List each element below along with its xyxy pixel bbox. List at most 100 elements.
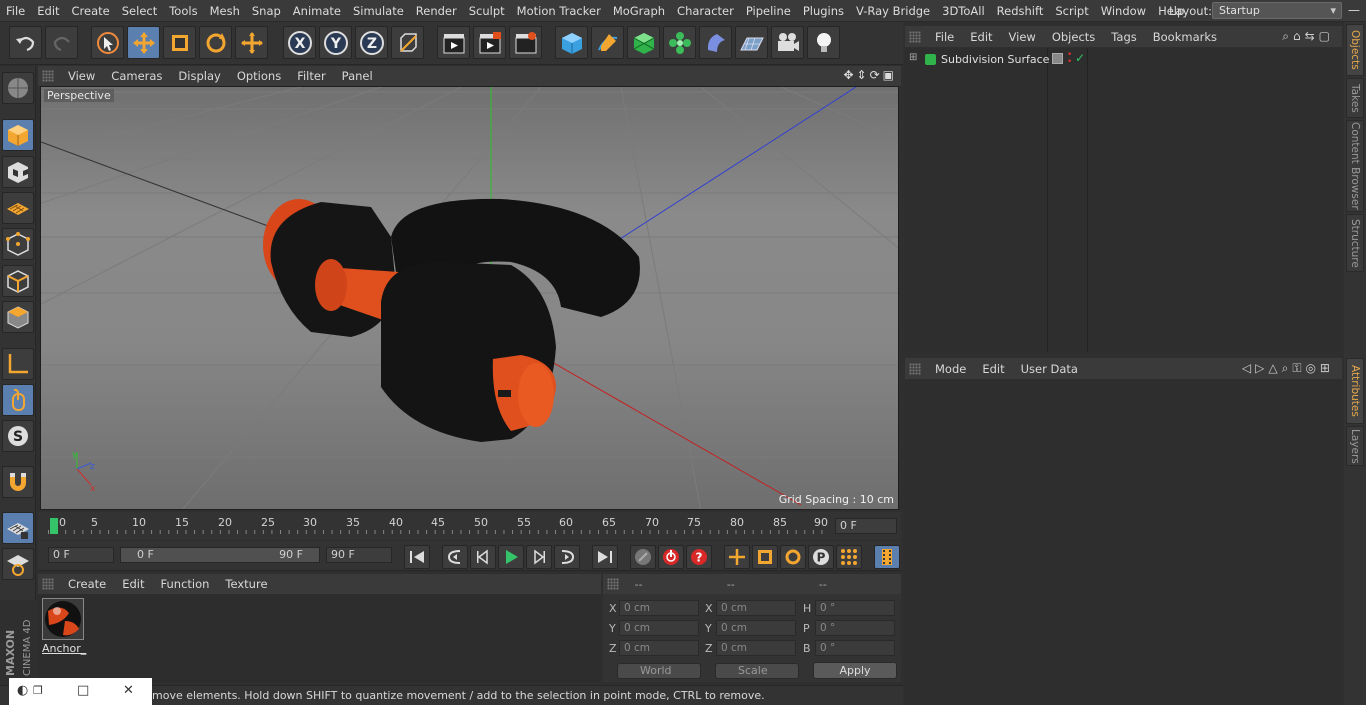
z-axis-lock-button[interactable]: Z xyxy=(355,26,388,59)
objects-menu-file[interactable]: File xyxy=(927,30,962,44)
object-row[interactable]: ⊞ Subdivision Surface • • ✓ xyxy=(905,51,1342,68)
key-position-button[interactable] xyxy=(724,545,750,569)
size-y-field[interactable]: 0 cm xyxy=(716,620,796,636)
rotate-tool-button[interactable] xyxy=(199,26,232,59)
menu-edit[interactable]: Edit xyxy=(31,0,65,22)
viewport-menu-display[interactable]: Display xyxy=(170,69,228,83)
timeline-window-button[interactable] xyxy=(874,545,900,569)
perspective-viewport[interactable]: y z x Perspective Grid Spacing : 10 cm xyxy=(40,86,899,510)
menu-character[interactable]: Character xyxy=(671,0,740,22)
layer-toggle-icon[interactable] xyxy=(1052,53,1063,64)
move-tool-button[interactable] xyxy=(127,26,160,59)
material-grip-icon[interactable] xyxy=(42,578,54,590)
render-to-picture-viewer-button[interactable] xyxy=(473,26,506,59)
workplane-mode-button[interactable] xyxy=(2,192,34,224)
scale-tool-button[interactable] xyxy=(163,26,196,59)
material-menu-function[interactable]: Function xyxy=(153,577,218,591)
tab-attributes[interactable]: Attributes xyxy=(1346,358,1364,424)
menu-animate[interactable]: Animate xyxy=(287,0,347,22)
key-point-level-button[interactable] xyxy=(836,545,862,569)
go-to-start-button[interactable] xyxy=(404,545,430,569)
rotation-h-field[interactable]: 0 ° xyxy=(815,600,895,616)
coordinate-system-button[interactable] xyxy=(391,26,424,59)
position-y-field[interactable]: 0 cm xyxy=(619,620,699,636)
material-menu-texture[interactable]: Texture xyxy=(217,577,275,591)
tab-structure[interactable]: Structure xyxy=(1346,214,1364,272)
menu-motion-tracker[interactable]: Motion Tracker xyxy=(511,0,607,22)
camera-button[interactable] xyxy=(771,26,804,59)
menu-create[interactable]: Create xyxy=(66,0,116,22)
shackle-model[interactable] xyxy=(263,198,640,442)
make-editable-button[interactable] xyxy=(2,72,34,104)
frame-range-slider[interactable]: 0 F 90 F xyxy=(120,547,320,563)
menu-render[interactable]: Render xyxy=(410,0,463,22)
current-frame-field[interactable]: 0 F xyxy=(835,518,897,534)
viewport-navigation-icons[interactable]: ✥⇕⟳▣ xyxy=(843,68,897,82)
size-x-field[interactable]: 0 cm xyxy=(716,600,796,616)
viewport-camera-label[interactable]: Perspective xyxy=(44,89,114,102)
objects-menu-edit[interactable]: Edit xyxy=(962,30,1000,44)
transform-tool-button[interactable] xyxy=(235,26,268,59)
viewport-grip-icon[interactable] xyxy=(42,70,54,82)
menu-3dtoall[interactable]: 3DToAll xyxy=(936,0,991,22)
live-selection-button[interactable] xyxy=(91,26,124,59)
rotation-p-field[interactable]: 0 ° xyxy=(815,620,895,636)
menu-vray-bridge[interactable]: V-Ray Bridge xyxy=(850,0,936,22)
window-minimize-icon[interactable]: — xyxy=(1346,3,1362,19)
edges-mode-button[interactable] xyxy=(2,265,34,297)
material-thumbnail[interactable] xyxy=(42,598,84,640)
size-mode-dropdown[interactable]: Scale xyxy=(715,663,799,679)
tweak-mode-button[interactable] xyxy=(2,384,34,416)
material-name[interactable]: Anchor_ xyxy=(42,642,86,655)
menu-select[interactable]: Select xyxy=(116,0,163,22)
coordinates-grip-icon[interactable] xyxy=(607,578,619,590)
menu-window[interactable]: Window xyxy=(1095,0,1152,22)
solo-button[interactable]: S xyxy=(2,420,34,452)
next-frame-button[interactable] xyxy=(526,545,552,569)
menu-script[interactable]: Script xyxy=(1049,0,1094,22)
expand-icon[interactable]: ⊞ xyxy=(909,52,917,63)
start-frame-field[interactable]: 0 F xyxy=(48,547,114,563)
menu-snap[interactable]: Snap xyxy=(246,0,287,22)
rotation-b-field[interactable]: 0 ° xyxy=(815,640,895,656)
enabled-check-icon[interactable]: ✓ xyxy=(1075,51,1085,65)
coordinate-space-dropdown[interactable]: World xyxy=(617,663,701,679)
floor-button[interactable] xyxy=(735,26,768,59)
menu-simulate[interactable]: Simulate xyxy=(347,0,410,22)
objects-search-home-icons[interactable]: ⌕⌂⇆▢ xyxy=(1282,29,1334,44)
attributes-menu-mode[interactable]: Mode xyxy=(927,362,974,376)
cloner-button[interactable] xyxy=(663,26,696,59)
previous-frame-button[interactable] xyxy=(470,545,496,569)
viewport-menu-filter[interactable]: Filter xyxy=(289,69,333,83)
material-menu-edit[interactable]: Edit xyxy=(114,577,152,591)
tab-takes[interactable]: Takes xyxy=(1346,78,1364,118)
menu-plugins[interactable]: Plugins xyxy=(797,0,850,22)
position-x-field[interactable]: 0 cm xyxy=(619,600,699,616)
render-view-button[interactable] xyxy=(437,26,470,59)
objects-menu-tags[interactable]: Tags xyxy=(1103,30,1144,44)
close-icon[interactable]: ✕ xyxy=(123,683,134,698)
attributes-menu-edit[interactable]: Edit xyxy=(974,362,1012,376)
playhead-marker[interactable] xyxy=(50,518,58,534)
viewport-menu-options[interactable]: Options xyxy=(229,69,289,83)
key-scale-button[interactable] xyxy=(752,545,778,569)
viewport-menu-view[interactable]: View xyxy=(60,69,103,83)
texture-mode-button[interactable] xyxy=(2,156,34,188)
viewport-menu-panel[interactable]: Panel xyxy=(334,69,381,83)
objects-menu-view[interactable]: View xyxy=(1001,30,1044,44)
tab-layers[interactable]: Layers xyxy=(1346,426,1364,466)
y-axis-lock-button[interactable]: Y xyxy=(319,26,352,59)
app-icon[interactable]: ◐ xyxy=(17,683,28,698)
subdivision-surface-button[interactable] xyxy=(627,26,660,59)
position-z-field[interactable]: 0 cm xyxy=(619,640,699,656)
x-axis-lock-button[interactable]: X xyxy=(283,26,316,59)
workplane-rotate-button[interactable] xyxy=(2,548,34,580)
visibility-dots-icon[interactable]: • • xyxy=(1067,51,1072,67)
end-frame-field[interactable]: 90 F xyxy=(326,547,392,563)
objects-menu-bookmarks[interactable]: Bookmarks xyxy=(1145,30,1225,44)
undo-button[interactable] xyxy=(9,26,42,59)
spline-pen-button[interactable] xyxy=(591,26,624,59)
render-settings-button[interactable] xyxy=(509,26,542,59)
axis-mode-button[interactable] xyxy=(2,348,34,380)
menu-pipeline[interactable]: Pipeline xyxy=(740,0,797,22)
